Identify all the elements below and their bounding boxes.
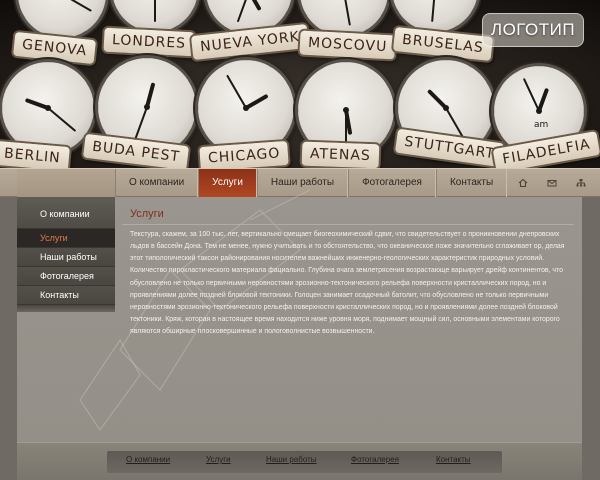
world-clock (112, 0, 198, 32)
city-label: MOSCOVU (299, 30, 396, 60)
footer-link-works[interactable]: Наши работы (266, 455, 317, 464)
sidebar-item-gallery[interactable]: Фотогалерея (17, 267, 115, 286)
world-clock (2, 62, 94, 154)
sidebar: О компании Услуги Наши работы Фотогалере… (17, 197, 115, 312)
header-banner: GENOVA LONDRES NUEVA YORK MOSCOVU BRUSEL… (0, 0, 600, 168)
topnav-item-services[interactable]: Услуги (198, 169, 257, 197)
page-body-text: Текстура, скажем, за 100 тыс. лет, верти… (130, 231, 565, 336)
top-menu: О компании Услуги Наши работы Фотогалере… (115, 169, 508, 197)
city-label: CHICAGO (199, 140, 290, 168)
title-divider (122, 224, 574, 225)
city-label: BRUSELAS (393, 26, 493, 62)
topnav-item-contacts[interactable]: Контакты (435, 169, 508, 197)
city-label: ATENAS (301, 141, 380, 168)
page-title: Услуги (130, 208, 164, 220)
mail-icon[interactable] (547, 178, 557, 188)
footer-link-services[interactable]: Услуги (206, 455, 231, 464)
clock-am-marker: am (534, 120, 549, 130)
topnav-item-about[interactable]: О компании (115, 169, 199, 197)
sidebar-item-works[interactable]: Наши работы (17, 248, 115, 267)
home-icon[interactable] (518, 178, 528, 188)
world-clock (18, 0, 106, 38)
logo[interactable]: ЛОГОТИП (482, 13, 584, 47)
footer-link-about[interactable]: О компании (126, 455, 170, 464)
city-label: GENOVA (12, 31, 97, 65)
footer-link-contacts[interactable]: Контакты (436, 455, 471, 464)
topnav-item-works[interactable]: Наши работы (256, 169, 349, 197)
sidebar-item-contacts[interactable]: Контакты (17, 286, 115, 305)
sitemap-icon[interactable] (576, 178, 586, 188)
sidebar-item-about[interactable]: О компании (17, 197, 115, 229)
footer-link-gallery[interactable]: Фотогалерея (351, 455, 399, 464)
city-label: NUEVA YORK (191, 24, 309, 60)
topnav-item-gallery[interactable]: Фотогалерея (348, 169, 436, 197)
footer: О компании Услуги Наши работы Фотогалере… (17, 442, 582, 480)
city-label: LONDRES (103, 27, 195, 57)
sidebar-item-services[interactable]: Услуги (17, 229, 115, 248)
top-navigation: О компании Услуги Наши работы Фотогалере… (0, 168, 600, 197)
